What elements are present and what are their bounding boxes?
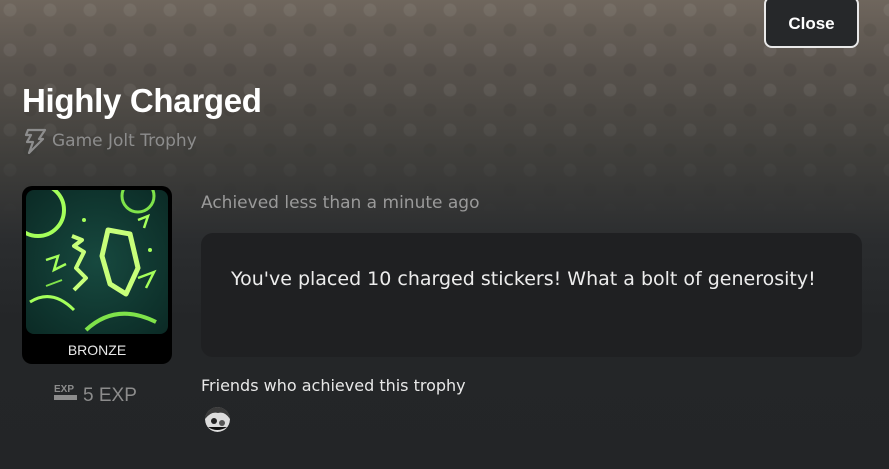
exp-value: 5 EXP: [83, 385, 137, 406]
trophy-title: Highly Charged: [22, 82, 262, 119]
charged-10-trophy-art: [26, 190, 168, 334]
svg-text:EXP: EXP: [54, 384, 74, 395]
trophy-tier: BRONZE: [67, 342, 127, 358]
trophy-card: BRONZE: [22, 186, 172, 364]
trophy-type-label: Game Jolt Trophy: [52, 131, 197, 151]
trophy-type: Game Jolt Trophy: [22, 128, 197, 154]
trophy-description: You've placed 10 charged stickers! What …: [201, 233, 862, 357]
friend-avatar[interactable]: [205, 407, 230, 432]
trophy-modal: Close Highly Charged Game Jolt Trophy BR…: [0, 0, 889, 469]
close-button[interactable]: Close: [764, 0, 859, 48]
achieved-time: Achieved less than a minute ago: [201, 193, 480, 213]
exp-icon: EXP: [53, 382, 79, 410]
friends-label: Friends who achieved this trophy: [201, 376, 466, 395]
game-jolt-bolt-icon: [22, 128, 48, 154]
exp-reward: EXP 5 EXP: [53, 382, 137, 410]
